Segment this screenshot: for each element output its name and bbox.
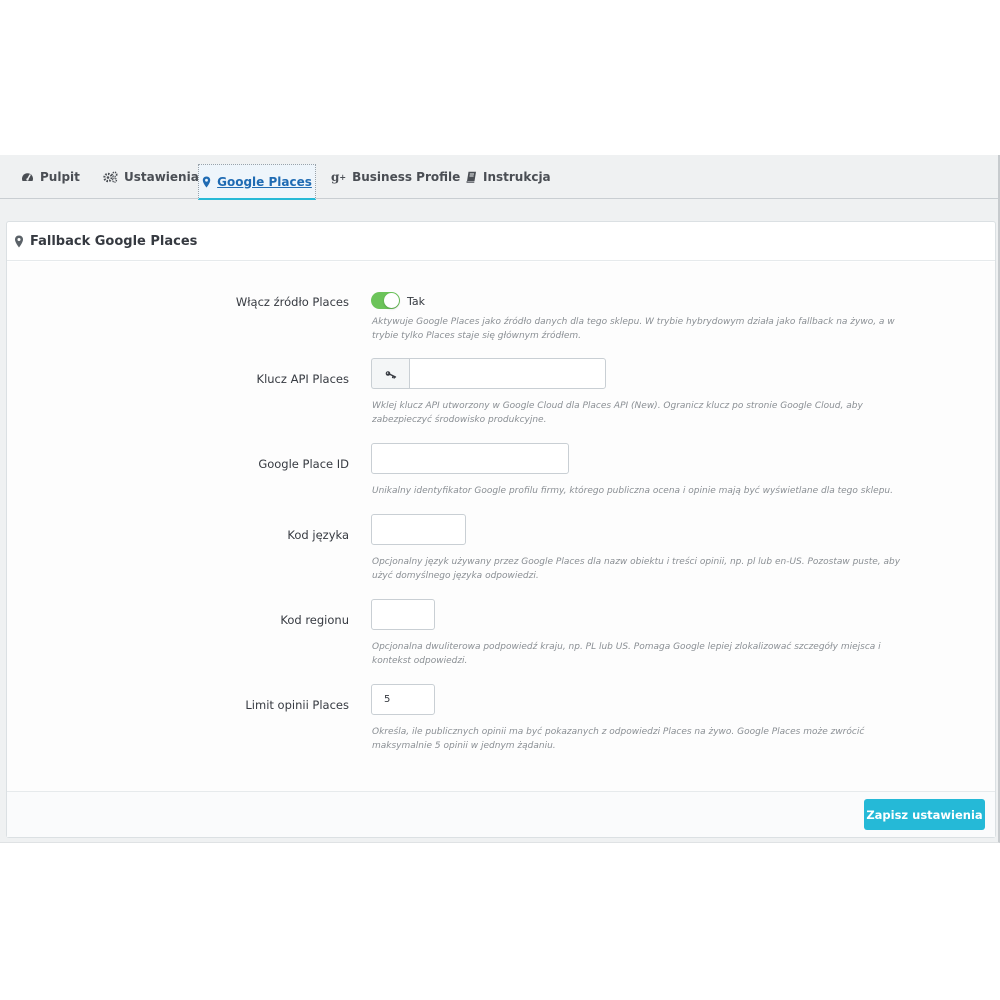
panel-footer: Zapisz ustawienia xyxy=(7,791,995,837)
enable-places-state: Tak xyxy=(407,295,426,308)
tab-label: Ustawienia xyxy=(124,170,199,184)
cogs-icon xyxy=(103,171,118,183)
place-id-help: Unikalny identyfikator Google profilu fi… xyxy=(372,486,893,496)
language-code-help: Opcjonalny język używany przez Google Pl… xyxy=(372,557,901,581)
tab-google-places[interactable]: Google Places xyxy=(198,164,316,200)
module-configuration: Pulpit Ustawienia Google Places g + Busin… xyxy=(0,155,1000,843)
dashboard-icon xyxy=(21,171,34,183)
panel-heading: Fallback Google Places xyxy=(7,222,995,261)
tab-bar: Pulpit Ustawienia Google Places g + Busin… xyxy=(0,155,998,200)
review-limit-help: Określa, ile publicznych opinii ma być p… xyxy=(372,727,865,751)
tab-label: Instrukcja xyxy=(483,170,551,184)
place-id-label: Google Place ID xyxy=(258,457,349,471)
review-limit-input[interactable]: 5 xyxy=(371,684,435,715)
toggle-knob xyxy=(384,293,399,308)
tab-ustawienia[interactable]: Ustawienia xyxy=(103,155,199,199)
region-code-input[interactable] xyxy=(371,599,435,630)
form-body: Włącz źródło Places Tak Aktywuje Google … xyxy=(7,262,995,792)
enable-places-toggle[interactable] xyxy=(371,292,400,309)
region-code-label: Kod regionu xyxy=(280,613,349,627)
language-code-input[interactable] xyxy=(371,514,466,545)
enable-places-help: Aktywuje Google Places jako źródło danyc… xyxy=(372,317,895,341)
map-marker-icon xyxy=(202,176,211,188)
place-id-input[interactable] xyxy=(371,443,569,474)
map-marker-icon xyxy=(14,235,24,248)
settings-panel: Fallback Google Places Włącz źródło Plac… xyxy=(6,221,996,838)
api-key-input[interactable] xyxy=(409,358,606,389)
google-plus-icon: g + xyxy=(331,170,347,184)
language-code-label: Kod języka xyxy=(287,528,349,542)
tab-label: Google Places xyxy=(217,174,312,189)
save-settings-button[interactable]: Zapisz ustawienia xyxy=(864,799,985,830)
key-icon xyxy=(385,364,397,383)
panel-title: Fallback Google Places xyxy=(30,233,198,249)
api-key-help: Wklej klucz API utworzony w Google Cloud… xyxy=(372,401,863,425)
enable-places-label: Włącz źródło Places xyxy=(235,295,349,309)
region-code-help: Opcjonalna dwuliterowa podpowiedź kraju,… xyxy=(372,642,881,666)
key-addon xyxy=(371,358,409,389)
tab-instrukcja[interactable]: Instrukcja xyxy=(466,155,551,199)
tab-business-profile[interactable]: g + Business Profile xyxy=(331,155,460,199)
api-key-label: Klucz API Places xyxy=(256,372,349,386)
book-icon xyxy=(466,171,477,183)
tab-label: Business Profile xyxy=(352,170,461,184)
review-limit-label: Limit opinii Places xyxy=(245,698,349,712)
tab-pulpit[interactable]: Pulpit xyxy=(21,155,80,199)
tab-label: Pulpit xyxy=(40,170,80,184)
